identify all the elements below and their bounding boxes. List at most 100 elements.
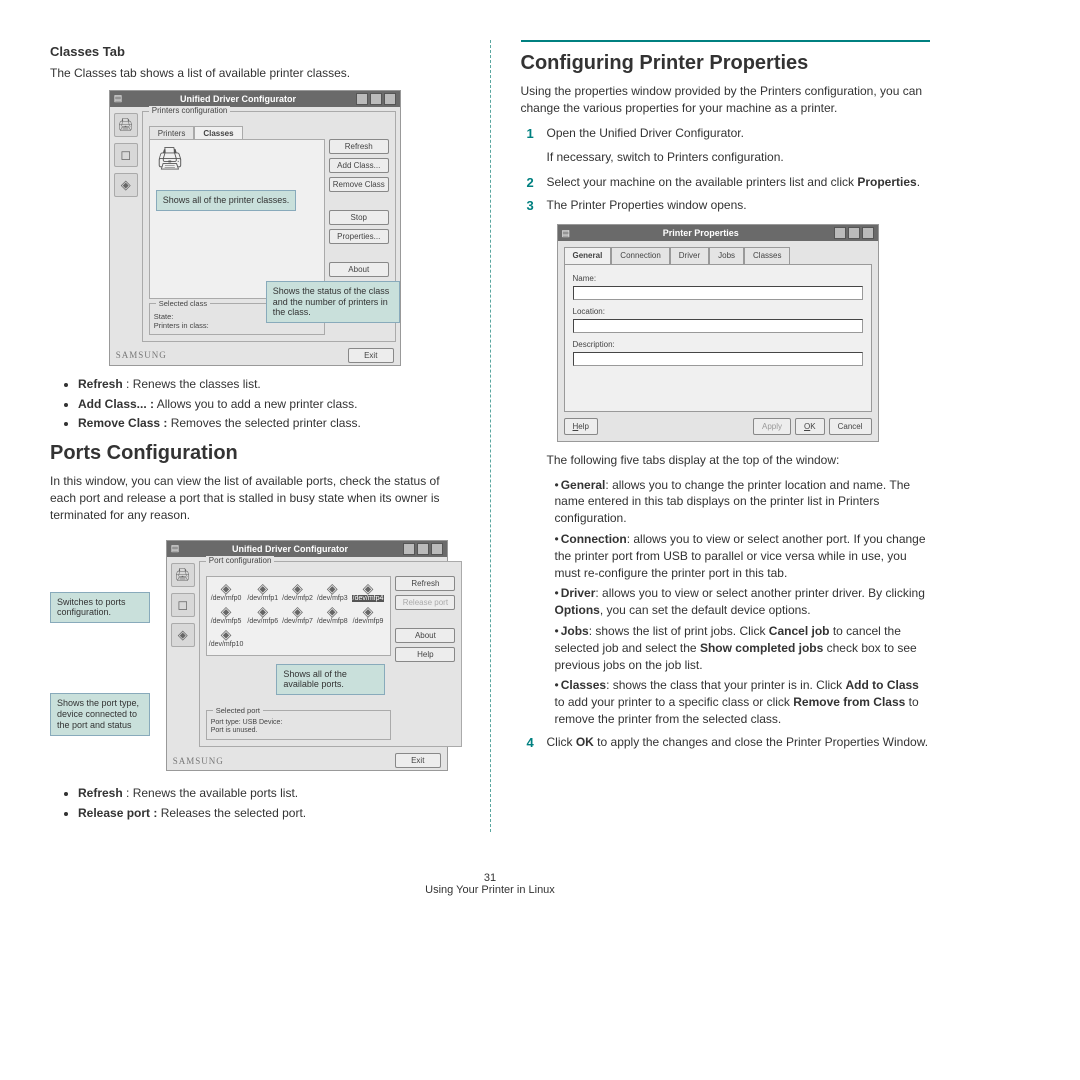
name-input[interactable] (573, 286, 863, 300)
location-input[interactable] (573, 319, 863, 333)
step-2: 2 Select your machine on the available p… (527, 174, 931, 191)
list-item: Refresh : Renews the available ports lis… (78, 785, 460, 802)
port-cell (352, 627, 385, 648)
exit-button[interactable]: Exit (395, 753, 441, 768)
window-title: Unified Driver Configurator (179, 544, 400, 554)
port-grid: ◈/dev/mfp0◈/dev/mfp1◈/dev/mfp2◈/dev/mfp3… (209, 581, 389, 648)
step-4: 4 Click OK to apply the changes and clos… (527, 734, 931, 751)
list-item: Driver: allows you to view or select ano… (555, 585, 931, 619)
min-icon[interactable] (356, 93, 368, 105)
port-cell[interactable]: ◈/dev/mfp5 (209, 604, 244, 625)
step-1-sub: If necessary, switch to Printers configu… (547, 149, 931, 166)
classes-window: ▤ Unified Driver Configurator 🖨 ◻ ◈ Prin… (109, 90, 401, 366)
close-icon[interactable] (862, 227, 874, 239)
cancel-button[interactable]: Cancel (829, 418, 872, 435)
max-icon[interactable] (370, 93, 382, 105)
tab-jobs[interactable]: Jobs (709, 247, 744, 263)
ok-button[interactable]: OK (795, 418, 825, 435)
configuring-intro: Using the properties window provided by … (521, 83, 931, 117)
port-cell[interactable]: ◈/dev/mfp2 (282, 581, 313, 602)
list-item: Add Class... : Allows you to add a new p… (78, 396, 460, 413)
sidebar: 🖨 ◻ ◈ (114, 111, 138, 342)
min-icon[interactable] (834, 227, 846, 239)
port-config-group: Port configuration ◈/dev/mfp0◈/dev/mfp1◈… (199, 561, 463, 748)
window-title: Unified Driver Configurator (122, 94, 353, 104)
min-icon[interactable] (403, 543, 415, 555)
tab-connection[interactable]: Connection (611, 247, 669, 263)
step-1: 1 Open the Unified Driver Configurator. … (527, 125, 931, 167)
list-item: Refresh : Renews the classes list. (78, 376, 460, 393)
properties-button[interactable]: Properties... (329, 229, 389, 244)
callout-class-status: Shows the status of the class and the nu… (266, 281, 400, 323)
description-label: Description: (573, 339, 863, 350)
close-icon[interactable] (384, 93, 396, 105)
list-item: Connection: allows you to view or select… (555, 531, 931, 581)
ports-intro: In this window, you can view the list of… (50, 473, 460, 523)
window-titlebar: ▤ Unified Driver Configurator (110, 91, 400, 107)
printer-icon[interactable]: 🖨 (171, 563, 195, 587)
location-label: Location: (573, 306, 863, 317)
refresh-button[interactable]: Refresh (395, 576, 455, 591)
port-icon[interactable]: ◈ (114, 173, 138, 197)
tab-driver[interactable]: Driver (670, 247, 709, 263)
about-button[interactable]: About (329, 262, 389, 277)
page-number: 31 (50, 872, 930, 884)
stop-button[interactable]: Stop (329, 210, 389, 225)
about-button[interactable]: About (395, 628, 455, 643)
window-titlebar: ▤ Unified Driver Configurator (167, 541, 447, 557)
tab-classes[interactable]: Classes (744, 247, 790, 263)
classes-intro: The Classes tab shows a list of availabl… (50, 65, 460, 82)
groupbox-legend: Printers configuration (149, 106, 231, 115)
window-icon: ▤ (114, 93, 123, 104)
port-cell[interactable]: ◈/dev/mfp8 (317, 604, 348, 625)
port-cell[interactable]: ◈/dev/mfp7 (282, 604, 313, 625)
scanner-icon[interactable]: ◻ (171, 593, 195, 617)
scanner-icon[interactable]: ◻ (114, 143, 138, 167)
port-cell (317, 627, 348, 648)
remove-class-button[interactable]: Remove Class (329, 177, 389, 192)
description-input[interactable] (573, 352, 863, 366)
brand-label: SAMSUNG (173, 756, 224, 766)
printer-icon[interactable]: 🖨 (114, 113, 138, 137)
window-title: Printer Properties (570, 227, 831, 240)
printer-properties-window: ▤ Printer Properties GeneralConnectionDr… (557, 224, 879, 442)
exit-button[interactable]: Exit (348, 348, 394, 363)
tab-general[interactable]: General (564, 247, 612, 263)
window-icon: ▤ (562, 227, 571, 240)
refresh-button[interactable]: Refresh (329, 139, 389, 154)
release-port-button[interactable]: Release port (395, 595, 455, 610)
window-titlebar: ▤ Printer Properties (558, 225, 878, 242)
window-icon: ▤ (171, 543, 180, 554)
max-icon[interactable] (848, 227, 860, 239)
port-cell (247, 627, 278, 648)
add-class-button[interactable]: Add Class... (329, 158, 389, 173)
ports-heading: Ports Configuration (50, 442, 460, 465)
list-item: General: allows you to change the printe… (555, 477, 931, 527)
port-cell[interactable]: ◈/dev/mfp3 (317, 581, 348, 602)
port-cell[interactable]: ◈/dev/mfp4 (352, 581, 385, 602)
port-unused-label: Port is unused. (211, 727, 387, 735)
sidebar: 🖨 ◻ ◈ (171, 561, 195, 748)
port-cell[interactable]: ◈/dev/mfp10 (209, 627, 244, 648)
ports-window: ▤ Unified Driver Configurator 🖨 ◻ ◈ Port… (166, 540, 448, 772)
port-cell (282, 627, 313, 648)
max-icon[interactable] (417, 543, 429, 555)
tab-printers[interactable]: Printers (149, 126, 195, 140)
callout-available-ports: Shows all of the available ports. (276, 664, 385, 696)
step-3: 3 The Printer Properties window opens. ▤… (527, 197, 931, 728)
close-icon[interactable] (431, 543, 443, 555)
after-pp-text: The following five tabs display at the t… (547, 452, 931, 469)
port-cell[interactable]: ◈/dev/mfp1 (247, 581, 278, 602)
port-icon[interactable]: ◈ (171, 623, 195, 647)
tab-classes[interactable]: Classes (194, 126, 242, 140)
pp-tabs: GeneralConnectionDriverJobsClasses (564, 247, 872, 263)
help-button[interactable]: Help (564, 418, 598, 435)
list-item: Jobs: shows the list of print jobs. Clic… (555, 623, 931, 673)
port-cell[interactable]: ◈/dev/mfp0 (209, 581, 244, 602)
port-cell[interactable]: ◈/dev/mfp6 (247, 604, 278, 625)
help-button[interactable]: Help (395, 647, 455, 662)
apply-button[interactable]: Apply (753, 418, 791, 435)
port-cell[interactable]: ◈/dev/mfp9 (352, 604, 385, 625)
selected-port-legend: Selected port (213, 706, 263, 715)
configuring-heading: Configuring Printer Properties (521, 52, 931, 75)
